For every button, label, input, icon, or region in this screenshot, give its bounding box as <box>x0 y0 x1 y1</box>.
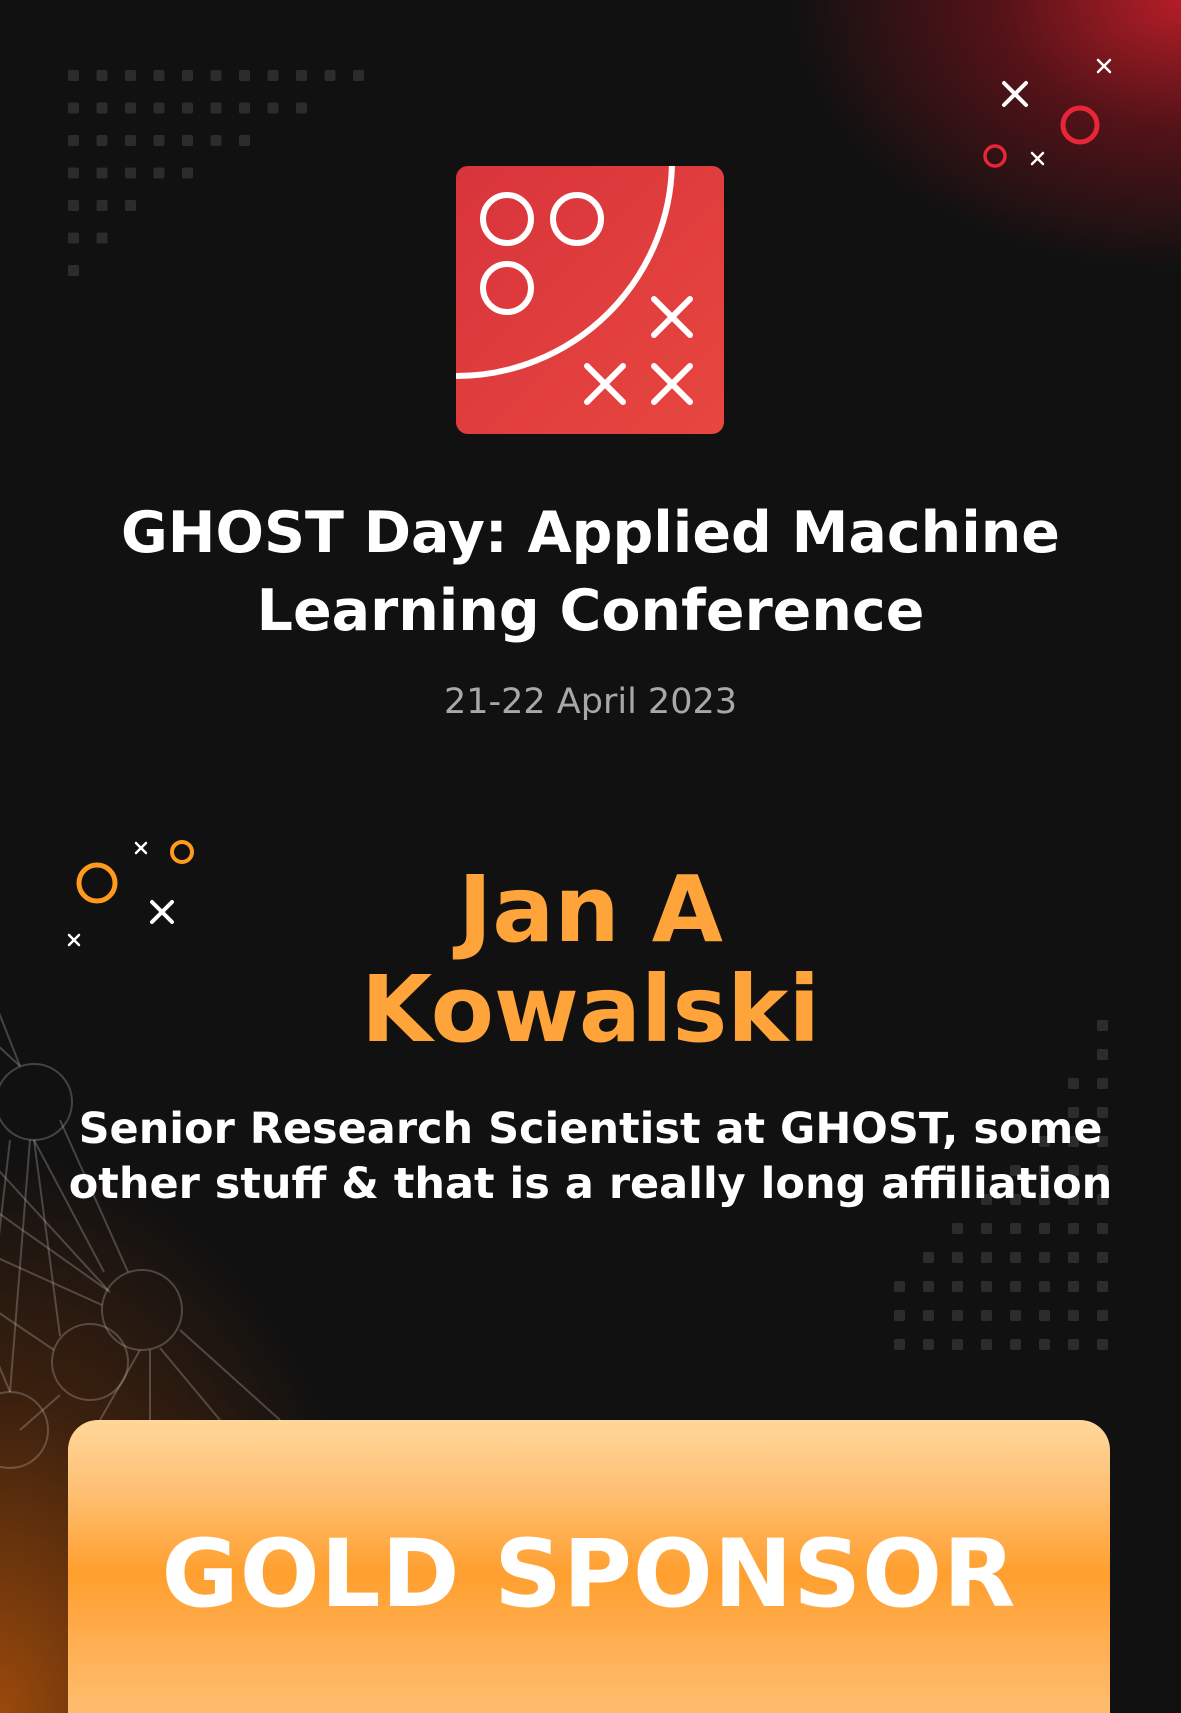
dot <box>981 1223 992 1234</box>
dot <box>1068 1252 1079 1263</box>
dot <box>125 135 136 146</box>
dot <box>1068 1078 1079 1089</box>
dot <box>68 200 79 211</box>
dot <box>96 232 108 244</box>
dot <box>96 102 108 114</box>
dot <box>1097 1310 1108 1321</box>
ghost-logo-icon <box>456 166 724 434</box>
sponsor-banner: GOLD SPONSOR <box>68 1420 1110 1713</box>
dot <box>981 1281 992 1292</box>
dot <box>182 167 193 179</box>
dot <box>125 167 136 179</box>
dot <box>923 1281 934 1292</box>
dot <box>210 102 222 114</box>
dot <box>1010 1252 1021 1263</box>
dot <box>981 1339 992 1350</box>
dot <box>952 1339 963 1350</box>
dot <box>1068 1281 1079 1292</box>
dot <box>1097 1339 1108 1350</box>
dot <box>923 1252 934 1263</box>
dot <box>1039 1281 1050 1292</box>
dot <box>1097 1223 1108 1234</box>
network-graph <box>0 1012 281 1469</box>
dot <box>210 135 222 146</box>
circle-icon-large-red <box>1060 105 1100 145</box>
dot <box>1097 1078 1108 1089</box>
dot <box>923 1339 934 1350</box>
dot <box>125 70 136 81</box>
dot <box>894 1310 905 1321</box>
dot <box>952 1252 963 1263</box>
dot <box>153 70 165 81</box>
dot <box>239 70 250 81</box>
event-date: 21-22 April 2023 <box>443 682 738 722</box>
dot <box>267 102 279 114</box>
badge-card: GHOST Day: Applied Machine Learning Conf… <box>0 0 1181 1713</box>
dot <box>1039 1339 1050 1350</box>
dot <box>981 1310 992 1321</box>
dot <box>952 1223 963 1234</box>
sponsor-label: GOLD SPONSOR <box>161 1520 1017 1629</box>
dot <box>923 1310 934 1321</box>
speaker-affiliation: Senior Research Scientist at GHOST, some… <box>68 1104 1113 1209</box>
dot <box>1068 1310 1079 1321</box>
dot <box>1039 1310 1050 1321</box>
event-title: GHOST Day: Applied Machine Learning Conf… <box>121 500 1060 644</box>
dot <box>1068 1339 1079 1350</box>
dot-grid-top-left <box>68 70 364 276</box>
dot <box>96 70 108 81</box>
circle-icon-small-orange <box>170 840 194 864</box>
circle-icon-small-red <box>983 144 1007 168</box>
dot <box>68 70 79 81</box>
speaker-name: Jan A Kowalski <box>361 856 820 1063</box>
dot <box>182 135 193 146</box>
dot <box>96 167 108 179</box>
dot <box>239 135 250 146</box>
dot <box>68 102 79 114</box>
dot <box>96 200 108 211</box>
dot <box>894 1281 905 1292</box>
dot <box>153 102 165 114</box>
dot <box>68 167 79 179</box>
dot <box>894 1339 905 1350</box>
dot <box>153 135 165 146</box>
dot <box>353 70 364 81</box>
dot <box>68 135 79 146</box>
dot <box>1097 1252 1108 1263</box>
dot <box>324 70 336 81</box>
dot <box>1097 1281 1108 1292</box>
dot <box>1010 1281 1021 1292</box>
dot <box>1068 1223 1079 1234</box>
dot <box>1010 1339 1021 1350</box>
dot <box>68 265 79 276</box>
dot <box>981 1252 992 1263</box>
dot <box>182 102 193 114</box>
dot <box>125 102 136 114</box>
dot <box>1010 1310 1021 1321</box>
dot <box>267 70 279 81</box>
dot <box>1010 1223 1021 1234</box>
dot <box>68 232 79 244</box>
dot <box>296 102 307 114</box>
dot <box>210 70 222 81</box>
dot <box>239 102 250 114</box>
dot <box>96 135 108 146</box>
dot <box>952 1281 963 1292</box>
dot <box>1039 1223 1050 1234</box>
dot <box>296 70 307 81</box>
dot <box>153 167 165 179</box>
dot <box>125 200 136 211</box>
dot <box>952 1310 963 1321</box>
dot <box>182 70 193 81</box>
dot <box>1039 1252 1050 1263</box>
